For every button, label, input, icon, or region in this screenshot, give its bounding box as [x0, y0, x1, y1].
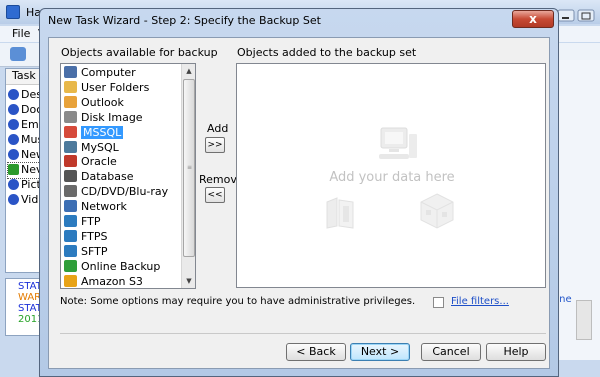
mssql-icon	[64, 125, 77, 138]
next-button[interactable]: Next >	[350, 343, 410, 361]
outlook-icon	[64, 95, 77, 108]
source-item-online-backup[interactable]: Online Backup	[64, 259, 180, 274]
source-item-sftp[interactable]: SFTP	[64, 244, 180, 259]
source-item-label: FTPS	[81, 229, 108, 243]
task-name: Pict	[21, 178, 41, 191]
source-item-amazon-s3[interactable]: Amazon S3	[64, 274, 180, 288]
source-item-label: User Folders	[81, 80, 150, 94]
computer-icon	[64, 66, 77, 78]
source-item-label: MSSQL	[81, 125, 124, 139]
added-objects-label: Objects added to the backup set	[237, 46, 417, 59]
source-item-label: Computer	[81, 66, 136, 79]
separator	[60, 333, 546, 334]
right-scrollbar[interactable]	[576, 300, 592, 340]
scroll-down-arrow-icon[interactable]: ▼	[182, 274, 195, 288]
cancel-button[interactable]: Cancel	[421, 343, 481, 361]
dialog-body: Objects available for backup Objects add…	[48, 37, 550, 369]
source-item-label: Outlook	[81, 95, 124, 109]
source-item-ftp[interactable]: FTP	[64, 215, 180, 229]
back-button[interactable]: < Back	[286, 343, 346, 361]
source-item-label: FTP	[81, 215, 101, 228]
add-button[interactable]: >>	[205, 137, 225, 153]
source-item-label: Oracle	[81, 155, 117, 169]
add-label: Add	[207, 122, 229, 135]
source-item-label: CD/DVD/Blu-ray	[81, 185, 169, 199]
source-item-disk-image[interactable]: Disk Image	[64, 110, 180, 125]
source-item-label: Network	[81, 200, 127, 214]
source-item-label: MySQL	[81, 140, 119, 154]
check-icon	[8, 164, 19, 175]
user-folders-icon	[64, 80, 77, 93]
task-icon	[8, 119, 19, 130]
close-button[interactable]: x	[512, 10, 554, 28]
grip-icon: ≡	[187, 164, 193, 171]
mysql-icon	[64, 140, 77, 153]
amazon-s3-icon	[64, 274, 77, 287]
task-icon	[8, 104, 19, 115]
dialog-title: New Task Wizard - Step 2: Specify the Ba…	[48, 14, 321, 27]
added-objects-panel[interactable]: Add your data here	[236, 63, 546, 288]
task-icon	[8, 149, 19, 160]
task-icon	[8, 89, 19, 100]
source-item-network[interactable]: Network	[64, 200, 180, 214]
scroll-up-arrow-icon[interactable]: ▲	[182, 64, 195, 78]
available-objects-list[interactable]: Computer User Folders Outlook Disk Image MSS…	[60, 63, 196, 289]
source-item-computer[interactable]: Computer	[64, 66, 180, 80]
help-button[interactable]: Help	[486, 343, 546, 361]
new-task-wizard-dialog: New Task Wizard - Step 2: Specify the Ba…	[39, 8, 559, 377]
source-item-label: Disk Image	[81, 110, 143, 124]
window-controls[interactable]	[557, 8, 596, 22]
file-filters-link[interactable]: File filters...	[451, 296, 509, 307]
disk-image-icon	[64, 110, 77, 123]
network-icon	[64, 200, 77, 213]
ftp-icon	[64, 215, 77, 227]
source-item-ftps[interactable]: FTPS	[64, 229, 180, 244]
source-item-database[interactable]: Database	[64, 170, 180, 184]
remove-button[interactable]: <<	[205, 187, 225, 203]
online-backup-icon	[64, 259, 77, 272]
source-item-label: SFTP	[81, 244, 108, 258]
source-item-oracle[interactable]: Oracle	[64, 155, 180, 169]
admin-note: Note: Some options may require you to ha…	[60, 296, 416, 307]
available-objects-label: Objects available for backup	[61, 46, 218, 59]
ftps-icon	[64, 229, 77, 242]
task-icon	[8, 134, 19, 145]
scroll-thumb[interactable]: ≡	[183, 79, 195, 257]
source-item-user-folders[interactable]: User Folders	[64, 80, 180, 95]
disc-icon	[64, 185, 77, 198]
folder-placeholder-icon	[326, 197, 354, 229]
toolbar-new-task-icon[interactable]	[10, 47, 26, 61]
list-scrollbar[interactable]: ▲ ≡ ▼	[181, 64, 195, 288]
source-item-label: Database	[81, 170, 134, 184]
file-filters-checkbox[interactable]	[433, 297, 444, 308]
task-icon	[8, 179, 19, 190]
cube-placeholder-icon	[420, 193, 454, 229]
menu-file[interactable]: File	[12, 27, 30, 40]
oracle-icon	[64, 155, 77, 168]
computer-placeholder-icon	[379, 127, 417, 159]
source-item-mysql[interactable]: MySQL	[64, 140, 180, 155]
database-icon	[64, 170, 77, 183]
task-icon	[8, 194, 19, 205]
app-icon	[6, 5, 20, 19]
window-control-icons	[557, 9, 595, 22]
sftp-icon	[64, 244, 77, 257]
placeholder-text: Add your data here	[329, 170, 455, 185]
source-item-label: Online Backup	[81, 259, 161, 273]
source-item-cd-dvd-blu-ray[interactable]: CD/DVD/Blu-ray	[64, 185, 180, 199]
source-item-label: Amazon S3	[81, 274, 143, 288]
source-item-outlook[interactable]: Outlook	[64, 95, 180, 110]
source-item-mssql[interactable]: MSSQL	[64, 125, 180, 140]
